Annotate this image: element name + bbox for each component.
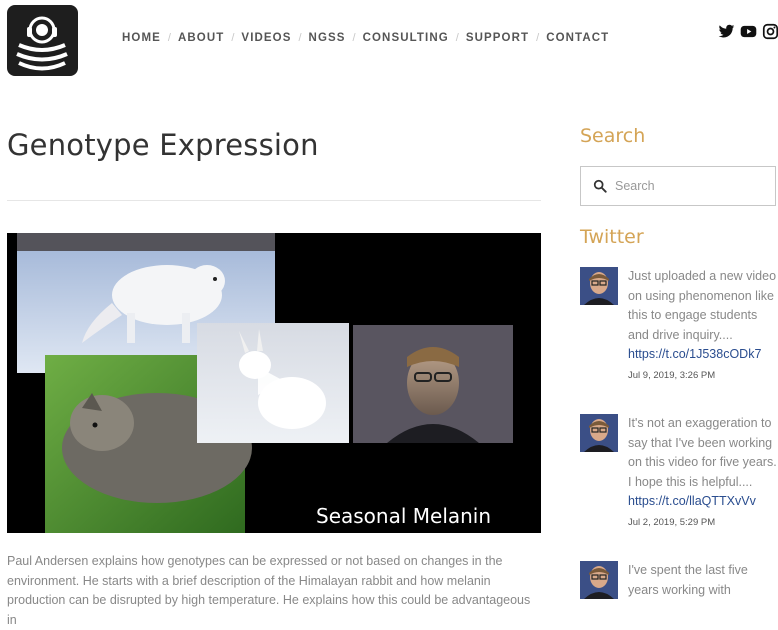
tweet-text: It's not an exaggeration to say that I'v… [628, 414, 778, 512]
avatar[interactable] [580, 414, 618, 452]
twitter-heading: Twitter [580, 226, 644, 248]
nav-separator: / [167, 32, 171, 44]
social-links [718, 23, 778, 40]
nav-separator: / [231, 32, 235, 44]
avatar[interactable] [580, 561, 618, 599]
nav-home[interactable]: HOME [122, 32, 161, 44]
tweet-body: Just uploaded a new video on using pheno… [628, 269, 777, 342]
play-icon[interactable] [258, 367, 284, 395]
nav-videos[interactable]: VIDEOS [241, 32, 291, 44]
tweet-body: It's not an exaggeration to say that I'v… [628, 416, 777, 489]
search-icon [593, 179, 607, 193]
nav-ngss[interactable]: NGSS [309, 32, 346, 44]
search-input[interactable] [615, 179, 765, 193]
sound-waves-logo-icon [16, 16, 68, 71]
nav-support[interactable]: SUPPORT [466, 32, 529, 44]
nav-separator: / [298, 32, 302, 44]
site-logo[interactable] [7, 5, 78, 76]
avatar[interactable] [580, 267, 618, 305]
nav-separator: / [352, 32, 356, 44]
main-nav: HOME / ABOUT / VIDEOS / NGSS / CONSULTIN… [122, 32, 609, 44]
twitter-icon[interactable] [718, 23, 735, 40]
video-description: Paul Andersen explains how genotypes can… [7, 554, 531, 627]
search-box [580, 166, 776, 206]
instagram-icon[interactable] [762, 23, 778, 40]
video-caption: Seasonal Melanin [316, 504, 492, 528]
nav-about[interactable]: ABOUT [178, 32, 224, 44]
nav-separator: / [536, 32, 540, 44]
tweet-date[interactable]: Jul 9, 2019, 3:26 PM [628, 370, 715, 381]
video-player[interactable]: Seasonal Melanin [7, 233, 541, 533]
tweet-text: I've spent the last five years working w… [628, 561, 778, 600]
search-heading: Search [580, 125, 646, 147]
page-title: Genotype Expression [7, 128, 319, 162]
nav-separator: / [455, 32, 459, 44]
tweet-body: I've spent the last five years working w… [628, 563, 748, 597]
tweet-link[interactable]: https://t.co/llaQTTXvVv [628, 492, 778, 512]
nav-consulting[interactable]: CONSULTING [363, 32, 449, 44]
tweet-link[interactable]: https://t.co/1J538cODk7 [628, 345, 778, 365]
title-divider [7, 200, 541, 201]
nav-contact[interactable]: CONTACT [546, 32, 609, 44]
tweet-text: Just uploaded a new video on using pheno… [628, 267, 778, 365]
tweet-date[interactable]: Jul 2, 2019, 5:29 PM [628, 517, 715, 528]
youtube-icon[interactable] [740, 23, 757, 40]
